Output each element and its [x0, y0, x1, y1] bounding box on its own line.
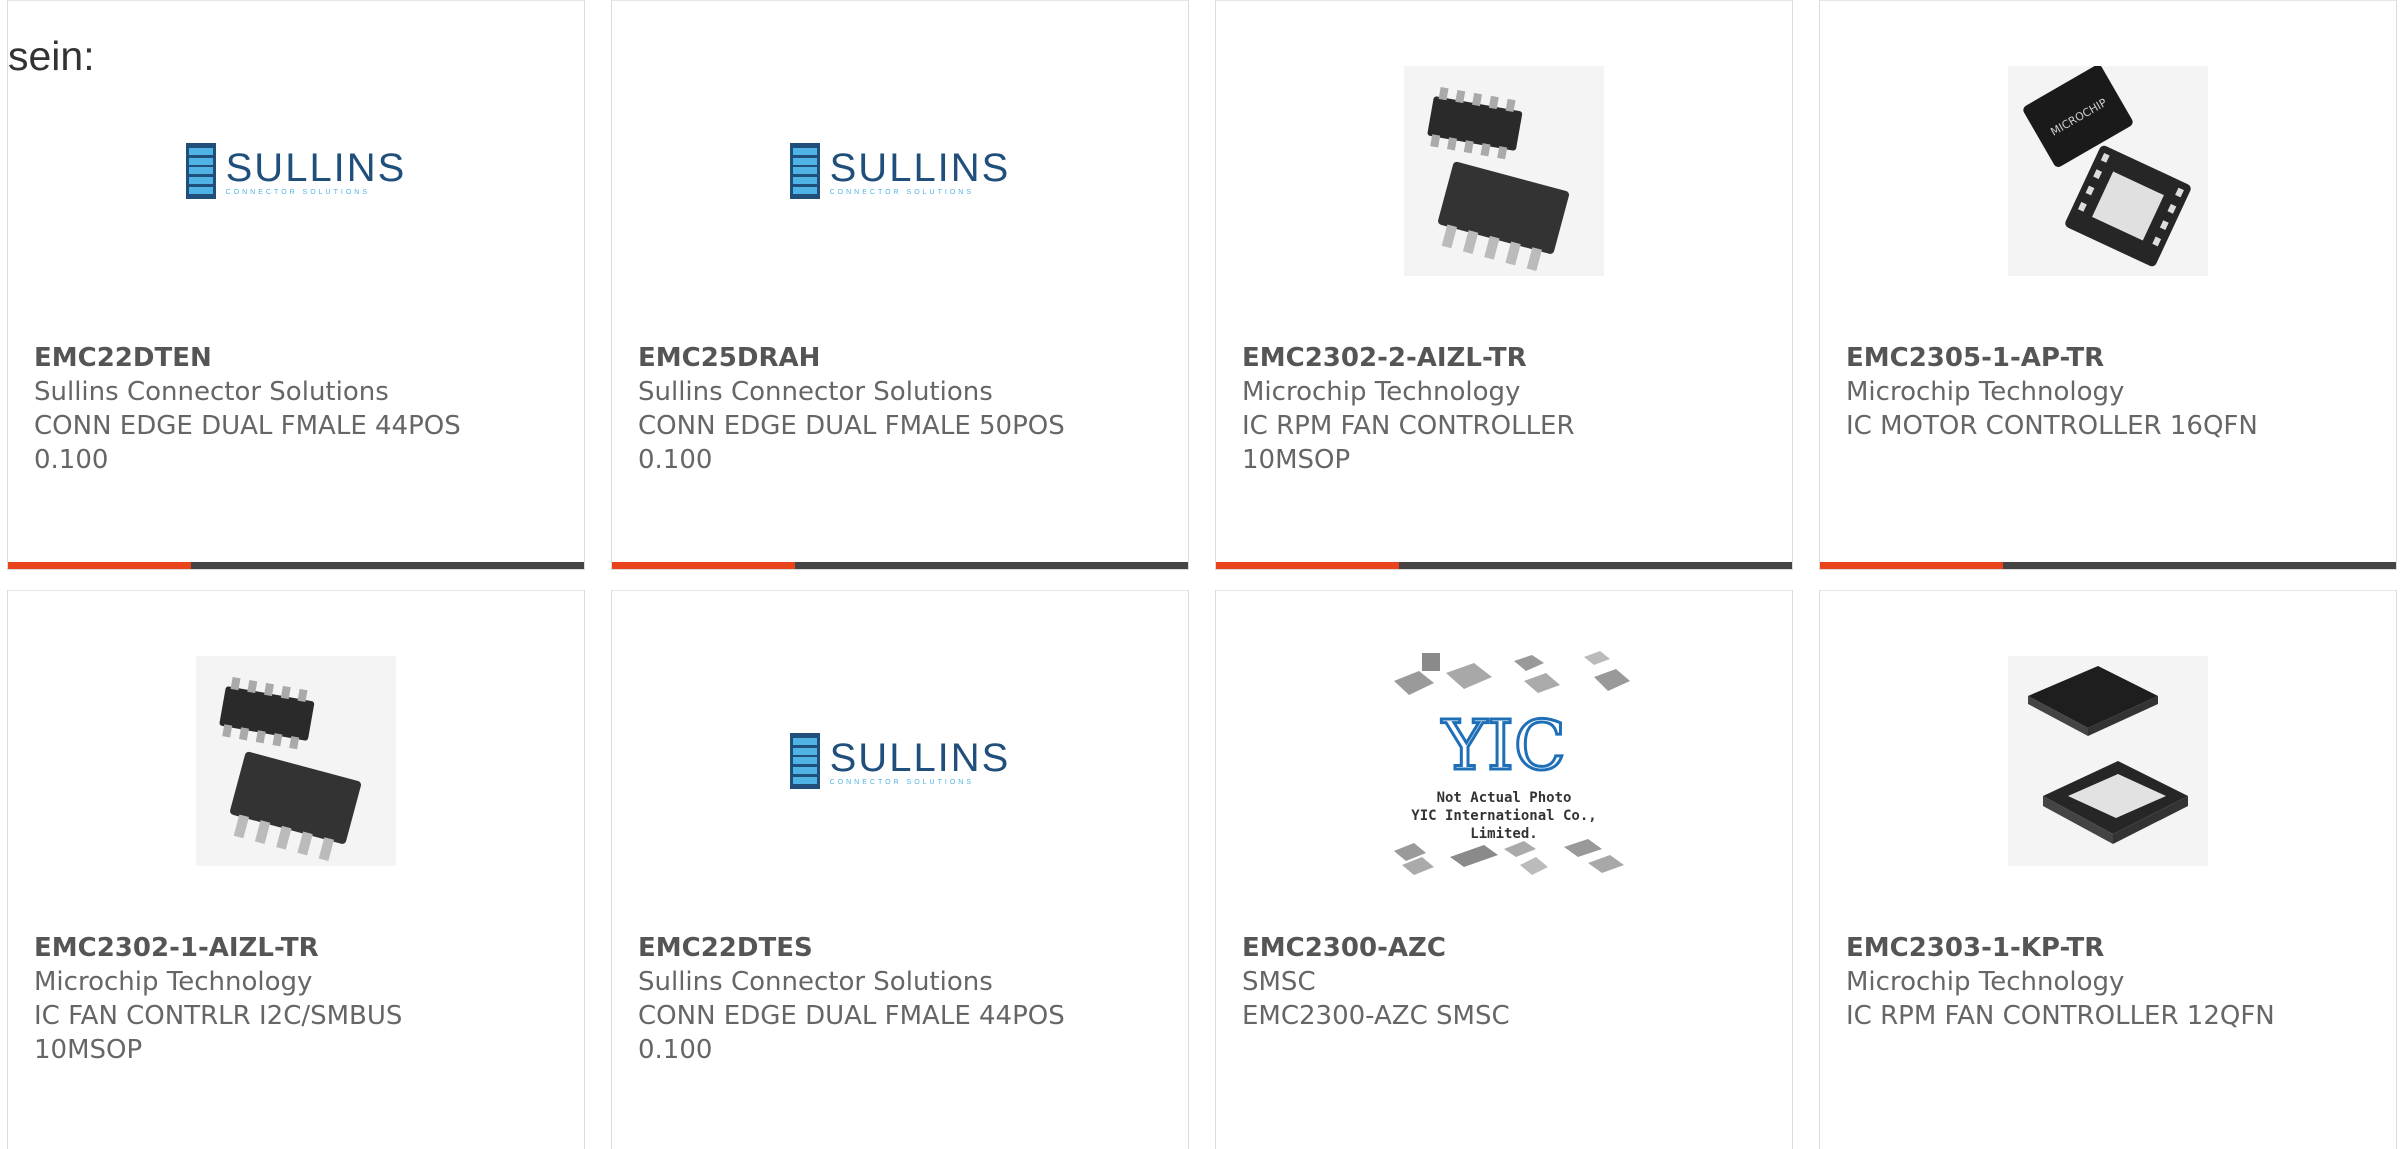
- product-image[interactable]: [1820, 651, 2396, 871]
- sullins-logo-mark: [789, 733, 820, 789]
- part-number-link[interactable]: EMC2302-1-AIZL-TR: [34, 931, 564, 965]
- msop-chip-image: [1404, 66, 1604, 276]
- yic-placeholder-line1: Not Actual Photo: [1436, 790, 1572, 806]
- part-number-link[interactable]: EMC2302-2-AIZL-TR: [1242, 341, 1772, 375]
- sullins-logo-name: SULLINS: [225, 145, 407, 190]
- part-number-link[interactable]: EMC2305-1-AP-TR: [1846, 341, 2376, 375]
- product-card[interactable]: SULLINS CONNECTOR SOLUTIONS EMC22DTES Su…: [611, 590, 1189, 1149]
- sullins-logo-tagline: CONNECTOR SOLUTIONS: [225, 188, 371, 196]
- sullins-logo-mark: [185, 143, 216, 199]
- product-card[interactable]: EMC2302-1-AIZL-TR Microchip Technology I…: [7, 590, 585, 1149]
- product-image[interactable]: [8, 651, 584, 871]
- intro-text: sein:: [8, 33, 95, 79]
- sullins-logo-mark: [789, 143, 820, 199]
- card-bottom-bar: [8, 562, 584, 569]
- manufacturer: SMSC: [1242, 967, 1316, 997]
- card-bottom-bar: [1820, 562, 2396, 569]
- product-image[interactable]: MICROCHIP: [1820, 61, 2396, 281]
- part-number-link[interactable]: EMC22DTES: [638, 931, 1168, 965]
- manufacturer: Microchip Technology: [34, 967, 313, 997]
- product-image[interactable]: [1216, 61, 1792, 281]
- sullins-logo: SULLINS CONNECTOR SOLUTIONS: [789, 143, 1011, 199]
- svg-text:YIC: YIC: [1441, 707, 1566, 786]
- qfn-chip-image: [2008, 656, 2208, 866]
- part-number-link[interactable]: EMC22DTEN: [34, 341, 564, 375]
- description: CONN EDGE DUAL FMALE 50POS 0.100: [638, 411, 1065, 475]
- part-number-link[interactable]: EMC2300-AZC: [1242, 931, 1772, 965]
- product-image[interactable]: SULLINS CONNECTOR SOLUTIONS: [612, 61, 1188, 281]
- manufacturer: Microchip Technology: [1846, 377, 2125, 407]
- product-image[interactable]: SULLINS CONNECTOR SOLUTIONS: [8, 61, 584, 281]
- description: EMC2300-AZC SMSC: [1242, 1001, 1510, 1031]
- manufacturer: Sullins Connector Solutions: [638, 967, 993, 997]
- product-grid-page: sein: SULLINS CONNECTOR SOLUTIONS EMC22D…: [0, 0, 2400, 1149]
- product-card[interactable]: SULLINS CONNECTOR SOLUTIONS EMC22DTEN Su…: [7, 0, 585, 570]
- sullins-logo-tagline: CONNECTOR SOLUTIONS: [829, 188, 975, 196]
- sullins-logo-name: SULLINS: [829, 145, 1011, 190]
- yic-placeholder-line2: YIC International Co., Limited.: [1411, 808, 1597, 842]
- sullins-logo: SULLINS CONNECTOR SOLUTIONS: [185, 143, 407, 199]
- description: IC MOTOR CONTROLLER 16QFN: [1846, 411, 2258, 441]
- sullins-logo-name: SULLINS: [829, 735, 1011, 780]
- description: CONN EDGE DUAL FMALE 44POS 0.100: [34, 411, 461, 475]
- product-card[interactable]: YIC Not Actual Photo YIC International C…: [1215, 590, 1793, 1149]
- product-card[interactable]: EMC2303-1-KP-TR Microchip Technology IC …: [1819, 590, 2397, 1149]
- part-number-link[interactable]: EMC25DRAH: [638, 341, 1168, 375]
- manufacturer: Sullins Connector Solutions: [638, 377, 993, 407]
- card-bottom-bar: [1216, 562, 1792, 569]
- msop-chip-image: [196, 656, 396, 866]
- description: IC FAN CONTRLR I2C/SMBUS 10MSOP: [34, 1001, 403, 1065]
- product-card[interactable]: EMC2302-2-AIZL-TR Microchip Technology I…: [1215, 0, 1793, 570]
- description: IC RPM FAN CONTROLLER 10MSOP: [1242, 411, 1575, 475]
- card-bottom-bar: [612, 562, 1188, 569]
- product-card[interactable]: MICROCHIP EMC2305-1-AP-TR Microchip Tech…: [1819, 0, 2397, 570]
- manufacturer: Microchip Technology: [1242, 377, 1521, 407]
- qfn-chip-microchip-image: MICROCHIP: [2008, 66, 2208, 276]
- sullins-logo: SULLINS CONNECTOR SOLUTIONS: [789, 733, 1011, 789]
- product-card[interactable]: SULLINS CONNECTOR SOLUTIONS EMC25DRAH Su…: [611, 0, 1189, 570]
- sullins-logo-tagline: CONNECTOR SOLUTIONS: [829, 778, 975, 786]
- manufacturer: Sullins Connector Solutions: [34, 377, 389, 407]
- product-grid: SULLINS CONNECTOR SOLUTIONS EMC22DTEN Su…: [7, 0, 2400, 1149]
- product-image[interactable]: YIC Not Actual Photo YIC International C…: [1216, 651, 1792, 881]
- description: CONN EDGE DUAL FMALE 44POS 0.100: [638, 1001, 1065, 1065]
- yic-placeholder-image: YIC Not Actual Photo YIC International C…: [1374, 651, 1634, 891]
- description: IC RPM FAN CONTROLLER 12QFN: [1846, 1001, 2275, 1031]
- part-number-link[interactable]: EMC2303-1-KP-TR: [1846, 931, 2376, 965]
- product-image[interactable]: SULLINS CONNECTOR SOLUTIONS: [612, 651, 1188, 871]
- manufacturer: Microchip Technology: [1846, 967, 2125, 997]
